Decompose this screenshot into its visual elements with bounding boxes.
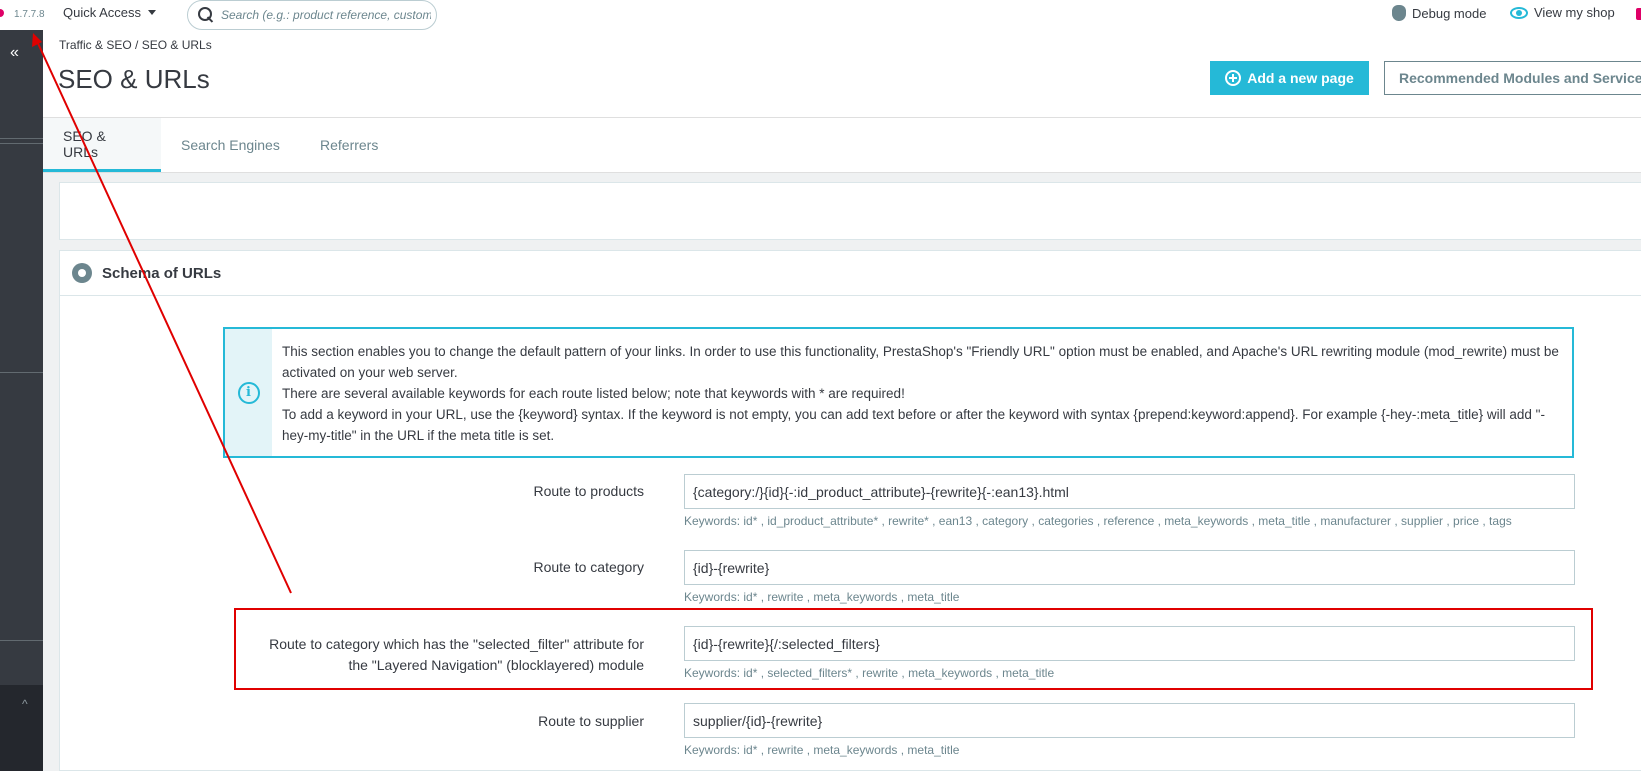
tab-search-engines[interactable]: Search Engines: [161, 118, 300, 172]
version-label: 1.7.7.8: [14, 9, 45, 20]
route-layered-label: Route to category which has the "selecte…: [269, 634, 644, 676]
route-products-label: Route to products: [533, 483, 644, 499]
view-my-shop-link[interactable]: View my shop: [1510, 5, 1615, 20]
chevron-up-icon[interactable]: ^: [22, 697, 28, 711]
eye-icon: [1510, 6, 1528, 19]
add-new-page-label: Add a new page: [1247, 70, 1354, 86]
top-header: 1.7.7.8 Quick Access Debug mode View my …: [0, 0, 1641, 30]
route-layered-label-line: Route to category which has the "selecte…: [269, 636, 644, 652]
route-layered-keywords: Keywords: id* , selected_filters* , rewr…: [684, 666, 1055, 680]
route-supplier-label: Route to supplier: [538, 713, 644, 729]
caret-down-icon: [148, 10, 157, 15]
breadcrumb[interactable]: Traffic & SEO / SEO & URLs: [59, 38, 212, 52]
route-products-input[interactable]: [684, 474, 1575, 509]
sidebar-divider: [0, 640, 43, 641]
gear-icon: [72, 263, 92, 283]
sidebar-divider: [0, 372, 43, 373]
search-box[interactable]: [187, 0, 437, 30]
debug-mode-label: Debug mode: [1412, 5, 1487, 21]
alert-icon-area: i: [225, 329, 272, 456]
alert-line: There are several available keywords for…: [282, 386, 905, 401]
panel-header: Schema of URLs: [60, 251, 1641, 296]
tab-label: Referrers: [320, 137, 379, 153]
alert-line: This section enables you to change the d…: [282, 344, 1559, 380]
search-icon[interactable]: [198, 7, 214, 23]
recommended-modules-button[interactable]: Recommended Modules and Services: [1384, 61, 1641, 95]
alert-line: To add a keyword in your URL, use the {k…: [282, 407, 1545, 443]
tab-referrers[interactable]: Referrers: [300, 118, 398, 172]
tab-label: SEO & URLs: [63, 127, 106, 160]
view-shop-label: View my shop: [1534, 5, 1615, 20]
tab-seo-urls[interactable]: SEO & URLs: [43, 118, 161, 172]
route-layered-label-line: the "Layered Navigation" (blocklayered) …: [348, 657, 644, 673]
tab-label: Search Engines: [181, 137, 280, 153]
route-category-input[interactable]: [684, 550, 1575, 585]
route-layered-input[interactable]: [684, 626, 1575, 661]
route-category-keywords: Keywords: id* , rewrite , meta_keywords …: [684, 590, 960, 604]
sidebar: « ^: [0, 30, 43, 771]
route-supplier-input[interactable]: [684, 703, 1575, 738]
search-input[interactable]: [221, 8, 431, 22]
debug-mode-link[interactable]: Debug mode: [1392, 5, 1486, 21]
quick-access-dropdown[interactable]: Quick Access: [63, 5, 157, 20]
sidebar-divider: [0, 143, 43, 144]
alert-text: This section enables you to change the d…: [282, 341, 1567, 446]
route-category-label: Route to category: [533, 559, 644, 575]
info-alert: i This section enables you to change the…: [223, 327, 1574, 458]
plus-circle-icon: [1225, 70, 1242, 86]
add-new-page-button[interactable]: Add a new page: [1210, 61, 1369, 95]
quick-access-label: Quick Access: [63, 5, 142, 20]
route-products-keywords: Keywords: id* , id_product_attribute* , …: [684, 514, 1512, 528]
previous-panel: [59, 182, 1641, 240]
info-icon: i: [237, 381, 260, 404]
prestashop-logo-icon[interactable]: [0, 9, 4, 17]
bug-icon: [1392, 5, 1406, 21]
sidebar-divider: [0, 138, 43, 139]
panel-title: Schema of URLs: [102, 264, 222, 282]
collapse-sidebar-icon[interactable]: «: [10, 44, 19, 62]
route-supplier-keywords: Keywords: id* , rewrite , meta_keywords …: [684, 743, 960, 757]
page-title: SEO & URLs: [58, 64, 210, 94]
notification-icon[interactable]: [1636, 8, 1641, 20]
